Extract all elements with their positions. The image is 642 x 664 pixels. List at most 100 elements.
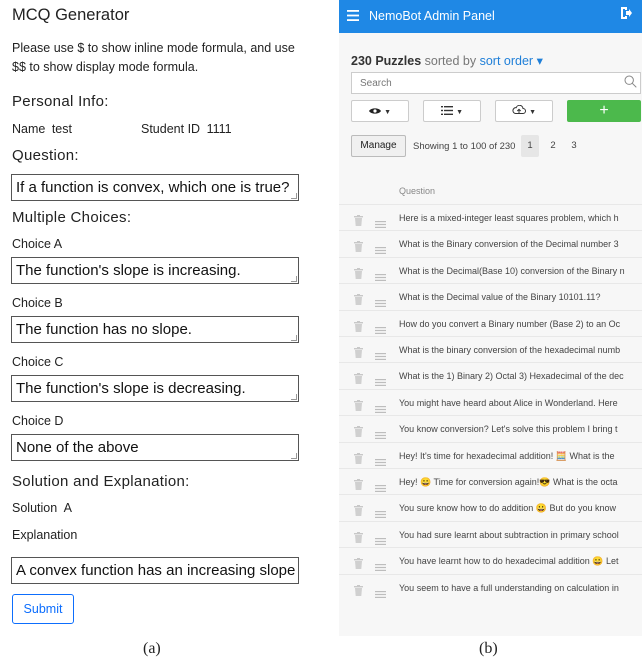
trash-icon[interactable] bbox=[354, 530, 363, 548]
add-puzzle-button[interactable]: + bbox=[567, 100, 641, 122]
name-field: Name test bbox=[12, 122, 72, 136]
resize-handle-icon[interactable] bbox=[291, 335, 297, 341]
resize-handle-icon[interactable] bbox=[291, 453, 297, 459]
trash-icon[interactable] bbox=[354, 451, 363, 469]
question-text: What is the binary conversion of the hex… bbox=[399, 345, 621, 355]
table-row[interactable]: What is the 1) Binary 2) Octal 3) Hexade… bbox=[339, 362, 642, 388]
resize-handle-icon[interactable] bbox=[291, 394, 297, 400]
page-3-button[interactable]: 3 bbox=[565, 135, 583, 157]
trash-icon[interactable] bbox=[354, 292, 363, 310]
resize-handle-icon[interactable] bbox=[291, 276, 297, 282]
choice-c-label: Choice C bbox=[12, 355, 64, 369]
question-input[interactable]: If a function is convex, which one is tr… bbox=[11, 174, 299, 201]
question-input-value: If a function is convex, which one is tr… bbox=[16, 179, 290, 196]
explanation-label: Explanation bbox=[12, 528, 78, 542]
trash-icon[interactable] bbox=[354, 556, 363, 574]
question-text: How do you convert a Binary number (Base… bbox=[399, 318, 621, 329]
solution-field: Solution A bbox=[12, 501, 72, 515]
table-row[interactable]: Here is a mixed-integer least squares pr… bbox=[339, 204, 642, 230]
question-text: Here is a mixed-integer least squares pr… bbox=[399, 213, 619, 223]
sort-order-label: sort order bbox=[479, 54, 534, 68]
cloud-upload-icon bbox=[512, 104, 529, 117]
student-id-label: Student ID bbox=[141, 122, 201, 136]
formula-instructions: Please use $ to show inline mode formula… bbox=[12, 41, 295, 74]
table-row[interactable]: You have learnt how to do hexadecimal ad… bbox=[339, 547, 642, 573]
question-text: What is the Binary conversion of the Dec… bbox=[399, 239, 619, 250]
logout-icon[interactable] bbox=[620, 6, 632, 25]
search-placeholder: Search bbox=[360, 78, 392, 89]
choice-a-value: The function's slope is increasing. bbox=[16, 262, 241, 279]
student-id-value: 1111 bbox=[206, 122, 232, 136]
solution-label: Solution bbox=[12, 501, 58, 515]
choice-d-input[interactable]: None of the above bbox=[11, 434, 299, 461]
choice-a-input[interactable]: The function's slope is increasing. bbox=[11, 257, 299, 284]
personal-info-heading: Personal Info: bbox=[12, 93, 109, 110]
table-row[interactable]: Hey! 😀 Time for conversion again!😎 What … bbox=[339, 468, 642, 494]
trash-icon[interactable] bbox=[354, 345, 363, 363]
student-id-field: Student ID 1111 bbox=[141, 122, 232, 136]
table-row[interactable]: You sure know how to do addition 😀 But d… bbox=[339, 494, 642, 520]
caret-down-icon: ▼ bbox=[529, 109, 536, 116]
trash-icon[interactable] bbox=[354, 319, 363, 337]
app-title: NemoBot Admin Panel bbox=[369, 9, 495, 23]
explanation-input[interactable]: A convex function has an increasing slop… bbox=[11, 557, 299, 584]
name-label: Name bbox=[12, 122, 46, 136]
page-1-button[interactable]: 1 bbox=[521, 135, 539, 157]
trash-icon[interactable] bbox=[354, 503, 363, 521]
sorted-by-text: sorted by bbox=[424, 54, 477, 68]
trash-icon[interactable] bbox=[354, 371, 363, 389]
table-row[interactable]: What is the Decimal(Base 10) conversion … bbox=[339, 256, 642, 284]
sort-order-dropdown[interactable]: sort order ▾ bbox=[480, 54, 543, 68]
list-options-button[interactable]: ▼ bbox=[423, 100, 481, 122]
list-icon bbox=[441, 105, 456, 117]
hamburger-menu-icon[interactable] bbox=[347, 8, 359, 24]
eye-icon bbox=[369, 105, 384, 117]
search-icon bbox=[624, 75, 637, 91]
question-text: What is the Decimal(Base 10) conversion … bbox=[399, 265, 625, 276]
table-row[interactable]: How do you convert a Binary number (Base… bbox=[339, 309, 642, 337]
trash-icon[interactable] bbox=[354, 266, 363, 284]
table-row[interactable]: You know conversion? Let's solve this pr… bbox=[339, 415, 642, 441]
page-title: MCQ Generator bbox=[12, 6, 130, 24]
table-row[interactable]: You might have heard about Alice in Wond… bbox=[339, 388, 642, 416]
solution-value: A bbox=[63, 501, 73, 515]
choice-b-input[interactable]: The function has no slope. bbox=[11, 316, 299, 343]
trash-icon[interactable] bbox=[354, 424, 363, 442]
question-text: You might have heard about Alice in Wond… bbox=[399, 397, 618, 408]
trash-icon[interactable] bbox=[354, 477, 363, 495]
table-row[interactable]: What is the binary conversion of the hex… bbox=[339, 336, 642, 362]
caption-b: (b) bbox=[479, 640, 498, 657]
question-text: You know conversion? Let's solve this pr… bbox=[399, 424, 618, 435]
table-row[interactable]: You seem to have a full understanding on… bbox=[339, 573, 642, 603]
table-row[interactable]: You had sure learnt about subtraction in… bbox=[339, 520, 642, 548]
caret-down-icon: ▼ bbox=[456, 109, 463, 116]
export-button[interactable]: ▼ bbox=[495, 100, 553, 122]
puzzle-count: 230 Puzzles sorted by sort order ▾ bbox=[351, 53, 543, 68]
page-2-button[interactable]: 2 bbox=[544, 135, 562, 157]
trash-icon[interactable] bbox=[354, 213, 363, 231]
question-text: You seem to have a full understanding on… bbox=[399, 582, 619, 593]
caret-down-icon: ▾ bbox=[536, 54, 543, 68]
table-row[interactable]: What is the Binary conversion of the Dec… bbox=[339, 230, 642, 256]
question-column-header[interactable]: Question bbox=[399, 186, 435, 196]
column-visibility-button[interactable]: ▼ bbox=[351, 100, 409, 122]
question-text: Hey! 😀 Time for conversion again!😎 What … bbox=[399, 477, 618, 487]
drag-handle-icon[interactable] bbox=[375, 585, 386, 603]
question-text: You sure know how to do addition 😀 But d… bbox=[399, 503, 617, 514]
mcq-generator-panel: MCQ Generator Please use $ to show inlin… bbox=[0, 0, 310, 636]
trash-icon[interactable] bbox=[354, 239, 363, 257]
trash-icon[interactable] bbox=[354, 398, 363, 416]
pagination-info: Showing 1 to 100 of 230 bbox=[413, 141, 516, 152]
submit-button[interactable]: Submit bbox=[12, 594, 74, 624]
manage-button[interactable]: Manage bbox=[351, 135, 406, 157]
table-row[interactable]: What is the Decimal value of the Binary … bbox=[339, 283, 642, 309]
question-text: Hey! It's time for hexadecimal addition!… bbox=[399, 450, 615, 461]
resize-handle-icon[interactable] bbox=[291, 193, 297, 199]
search-input[interactable]: Search bbox=[351, 72, 641, 94]
question-text: You have learnt how to do hexadecimal ad… bbox=[399, 556, 619, 567]
question-heading: Question: bbox=[12, 147, 79, 164]
choice-b-label: Choice B bbox=[12, 296, 63, 310]
trash-icon[interactable] bbox=[354, 583, 363, 601]
table-row[interactable]: Hey! It's time for hexadecimal addition!… bbox=[339, 441, 642, 469]
choice-c-input[interactable]: The function's slope is decreasing. bbox=[11, 375, 299, 402]
